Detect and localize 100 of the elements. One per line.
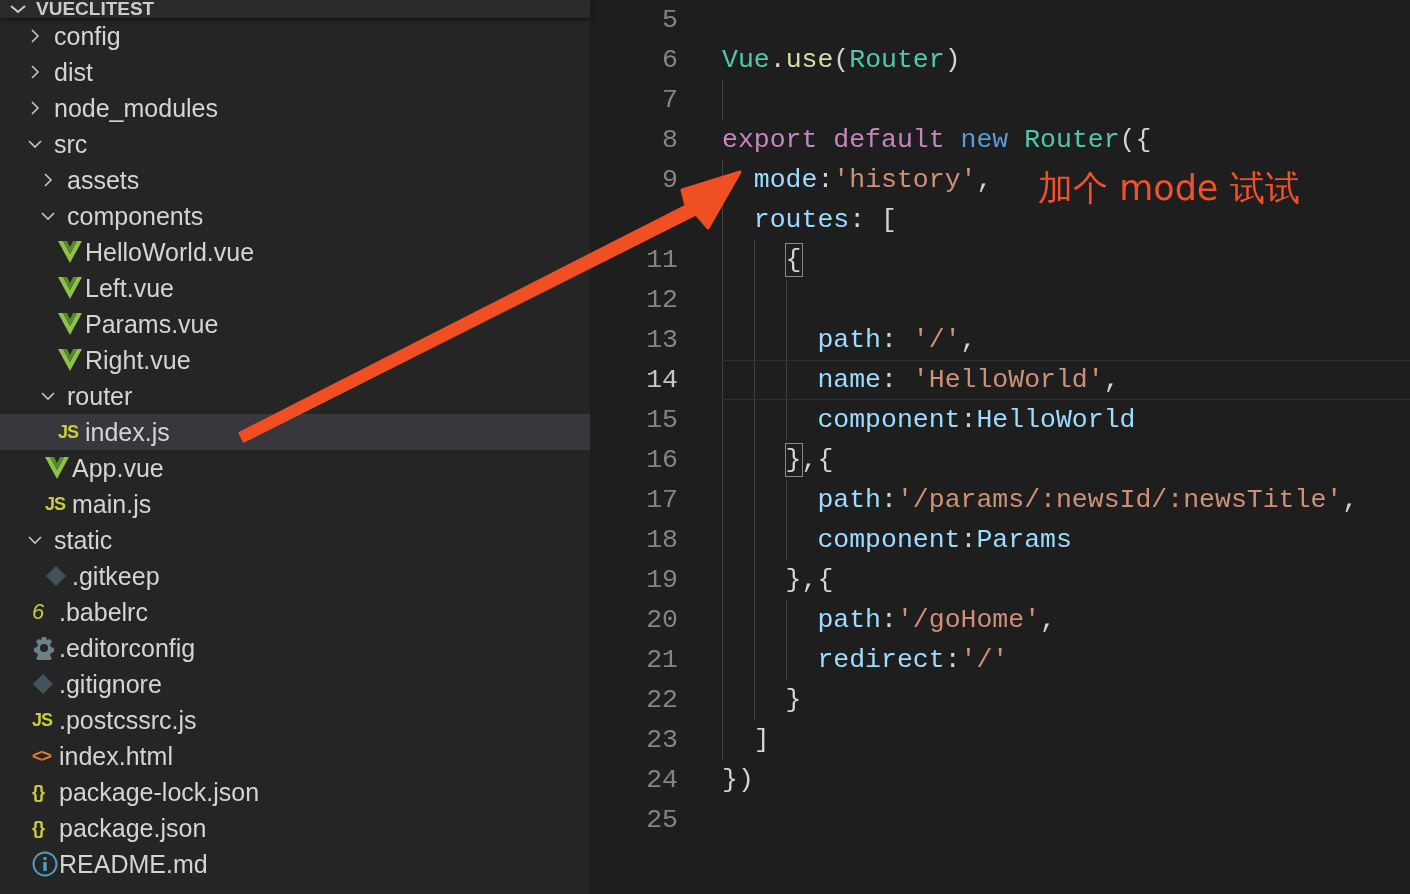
line-number: 20 [646,605,678,635]
tree-item[interactable]: node_modules [0,90,222,126]
matched-bracket: } [785,444,802,476]
folder-name: dist [54,57,93,87]
line-number: 16 [646,445,678,475]
line-number: 12 [646,285,678,315]
tree-item[interactable]: {} package-lock.json [0,774,264,810]
tree-item[interactable]: <> index.html [0,738,177,774]
code-token: 'history' [833,164,977,197]
code-token: redirect [817,644,945,677]
tree-item[interactable]: Params.vue [0,306,223,342]
code-token: : [944,644,961,677]
diamond-icon [32,673,54,695]
code-token: Router [849,44,945,77]
code-token: : [881,484,897,517]
tree-item[interactable]: JS .postcssrc.js [0,702,201,738]
tree-item[interactable]: .editorconfig [0,630,200,666]
code-token: Vue [722,44,770,77]
explorer-title: VUECLITEST [36,0,155,18]
chevron-icon[interactable] [28,100,42,116]
file-type-icon: <> [32,746,52,766]
code-token: : [881,604,897,637]
folder-name: router [67,381,133,411]
line-number: 24 [646,765,678,795]
code-token: path [817,324,881,357]
code-token: ({ [1119,124,1152,157]
line-number: 11 [646,245,678,275]
matched-bracket: { [785,244,802,276]
line-number: 21 [646,645,678,675]
tree-item[interactable]: static [0,522,117,558]
line-number: 15 [646,405,678,435]
file-type-icon: {} [32,782,45,802]
code-token: ,{ [801,444,834,477]
chevron-icon[interactable] [8,3,28,15]
diamond-icon [45,565,67,587]
file-name: package-lock.json [59,777,260,807]
code-token: : [960,404,977,437]
vue-icon [58,313,82,335]
code-token: Params [976,524,1072,557]
line-number: 17 [646,485,678,515]
line-number: 25 [646,805,678,835]
code-token: '/params/:newsId/:newsTitle' [896,484,1343,517]
tree-item[interactable]: {} package.json [0,810,211,846]
file-name: main.js [72,489,152,519]
code-token: 'HelloWorld' [912,364,1104,397]
tree-item[interactable]: router [0,378,137,414]
file-name: package.json [59,813,207,843]
file-name: Right.vue [85,345,191,375]
line-number: 7 [662,85,678,115]
code-token: , [1040,604,1056,637]
line-number: 9 [662,165,678,195]
line-number: 18 [646,525,678,555]
tree-item[interactable]: src [0,126,92,162]
code-token: , [1103,364,1120,397]
code-token: ) [944,44,961,77]
tree-item[interactable]: HelloWorld.vue [0,234,259,270]
folder-name: components [67,201,204,231]
code-token: mode [753,164,818,197]
chevron-icon[interactable] [28,28,42,44]
line-number: 6 [662,45,678,75]
code-token: }) [722,764,754,797]
file-name: .postcssrc.js [59,705,197,735]
tree-item[interactable]: config [0,18,125,54]
file-name: .gitignore [59,669,162,699]
code-token: routes [753,204,850,237]
line-number: 13 [646,325,678,355]
file-type-icon: JS [45,494,66,514]
file-name: Left.vue [85,273,174,303]
tree-item[interactable]: 6 .babelrc [0,594,152,630]
tree-item[interactable]: dist [0,54,97,90]
line-number: 5 [662,5,678,35]
tree-item[interactable]: .gitignore [0,666,166,702]
code-token: component [817,404,961,437]
vue-icon [58,277,82,299]
tree-item[interactable]: README.md [0,846,212,882]
vue-icon [58,241,82,263]
tree-item[interactable]: JS main.js [0,486,156,522]
tree-item[interactable]: Right.vue [0,342,195,378]
code-token: } [785,684,802,717]
code-token: '/' [912,324,961,357]
code-token: , [960,324,977,357]
file-name: .babelrc [59,597,148,627]
chevron-icon[interactable] [28,64,42,80]
chevron-icon[interactable] [41,172,55,188]
code-token: HelloWorld [976,404,1136,437]
code-token: use [785,44,834,77]
tree-item[interactable]: .gitkeep [0,558,164,594]
file-type-icon: JS [58,422,79,442]
tree-item[interactable]: assets [0,162,144,198]
tree-item[interactable]: Left.vue [0,270,178,306]
code-token: : [817,164,834,197]
code-token: '/' [960,644,1009,677]
file-name: App.vue [72,453,164,483]
tree-item[interactable]: components [0,198,208,234]
line-number: 19 [646,565,678,595]
tree-item[interactable]: App.vue [0,450,168,486]
settings-icon [32,636,56,660]
file-type-icon: {} [32,818,45,838]
code-token: path [817,604,881,637]
code-token: ( [833,44,850,77]
